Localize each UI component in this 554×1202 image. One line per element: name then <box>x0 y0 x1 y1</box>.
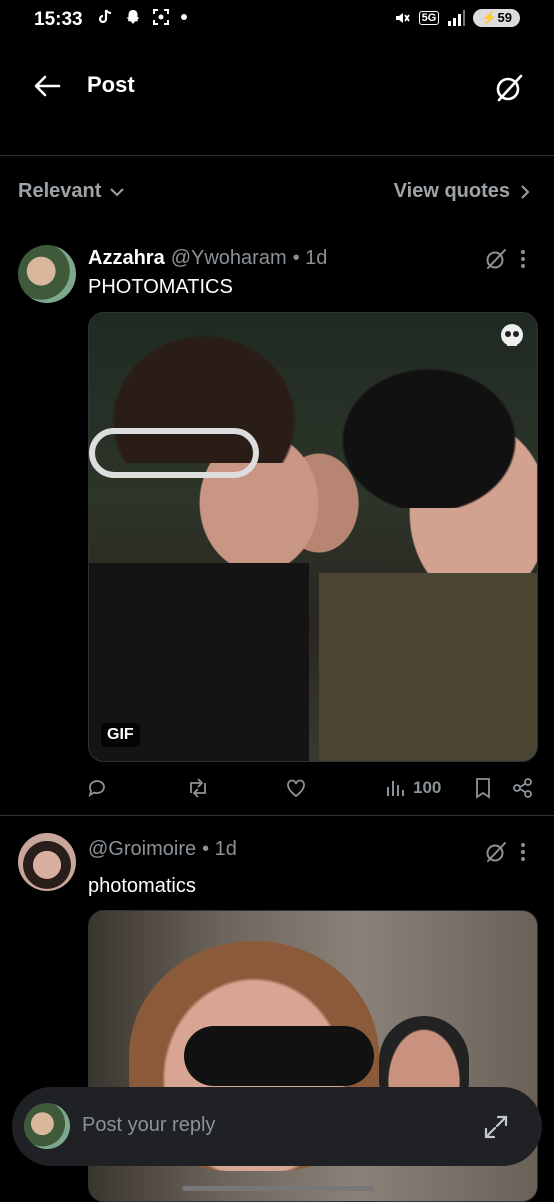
tweet-text: PHOTOMATICS <box>88 276 233 298</box>
view-quotes-label: View quotes <box>393 180 510 202</box>
view-quotes-link[interactable]: View quotes <box>394 180 530 203</box>
tweet-divider <box>0 815 554 816</box>
author-name[interactable]: Azzahra <box>88 247 165 270</box>
bookmark-button[interactable] <box>473 777 493 799</box>
tweet-author-row: @Groimoire • 1d <box>88 838 237 861</box>
mute-icon <box>395 13 410 23</box>
share-button[interactable] <box>512 777 534 799</box>
tweet-time: • 1d <box>202 838 237 860</box>
repost-button[interactable] <box>186 777 210 799</box>
like-button[interactable] <box>285 777 307 799</box>
views-button[interactable]: 100 <box>385 777 441 799</box>
views-icon <box>387 781 404 796</box>
more-options-icon[interactable] <box>518 841 528 863</box>
page-title: Post <box>87 72 135 97</box>
skull-sticker-icon <box>501 324 523 346</box>
author-handle[interactable]: @Ywoharam <box>171 247 287 270</box>
media-sunglasses <box>184 1026 374 1086</box>
tweet-author-row: Azzahra @Ywoharam • 1d <box>88 247 327 270</box>
share-icon <box>513 778 532 798</box>
snapchat-icon <box>126 10 140 24</box>
grok-icon[interactable] <box>484 247 508 271</box>
avatar[interactable] <box>18 245 76 303</box>
arrow-left-icon[interactable] <box>33 74 61 98</box>
charging-icon: ⚡ <box>481 10 498 25</box>
sort-label: Relevant <box>18 180 102 202</box>
tweet-text: photomatics <box>88 875 196 897</box>
avatar[interactable] <box>18 833 76 891</box>
media-sunglasses <box>89 428 259 478</box>
bookmark-icon <box>476 778 490 799</box>
battery-level: ⚡59 <box>473 9 520 27</box>
repost-icon <box>190 778 206 798</box>
battery-percent: 59 <box>497 10 512 25</box>
reply-button[interactable] <box>86 777 108 799</box>
views-count: 100 <box>413 778 442 797</box>
media-jacket-right <box>319 573 537 761</box>
status-notification-icons <box>96 8 188 26</box>
grok-icon[interactable] <box>484 840 508 864</box>
expand-icon[interactable] <box>482 1113 510 1141</box>
sort-dropdown[interactable]: Relevant <box>18 180 125 203</box>
tiktok-icon <box>98 9 112 24</box>
status-time: 15:33 <box>34 9 83 30</box>
tweet-time: • 1d <box>292 247 328 269</box>
gif-badge: GIF <box>101 723 140 747</box>
media-hair-right <box>329 358 529 508</box>
grok-icon[interactable] <box>493 72 525 104</box>
network-type: 5G <box>418 11 440 25</box>
chevron-down-icon <box>110 187 125 196</box>
composer-avatar <box>24 1103 70 1149</box>
screenshot-icon <box>153 9 169 25</box>
chevron-right-icon <box>521 184 530 199</box>
header-divider <box>0 155 554 156</box>
dot-icon <box>181 14 187 20</box>
more-options-icon[interactable] <box>518 248 528 270</box>
reply-input[interactable]: Post your reply <box>82 1114 215 1137</box>
tweet-media-gif[interactable]: GIF <box>88 312 538 762</box>
author-handle[interactable]: @Groimoire <box>88 838 196 861</box>
reply-icon <box>88 780 105 797</box>
home-indicator[interactable] <box>182 1186 374 1191</box>
heart-icon <box>287 779 305 798</box>
status-system-icons: 5G ⚡59 <box>393 9 520 27</box>
signal-icon <box>448 10 466 26</box>
